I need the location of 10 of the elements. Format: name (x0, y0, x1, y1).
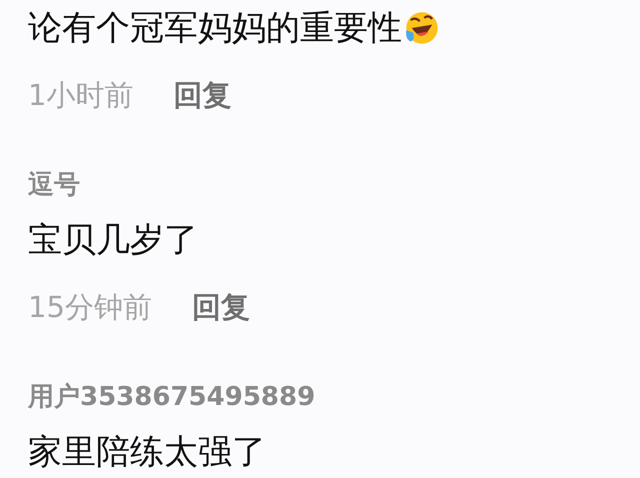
username: 用户3538675495889 (28, 381, 316, 414)
timestamp: 15分钟前 (28, 289, 152, 326)
timestamp: 1小时前 (28, 77, 134, 114)
laughing-crying-emoji-icon (404, 10, 440, 46)
comment-text: 论有个冠军妈妈的重要性 (28, 7, 402, 49)
comment-text: 家里陪练太强了 (28, 431, 266, 473)
username: 逗号 (28, 169, 81, 202)
comment-text: 宝贝几岁了 (28, 219, 198, 261)
reply-link[interactable]: 回复 (173, 75, 232, 115)
reply-link[interactable]: 回复 (192, 287, 250, 327)
